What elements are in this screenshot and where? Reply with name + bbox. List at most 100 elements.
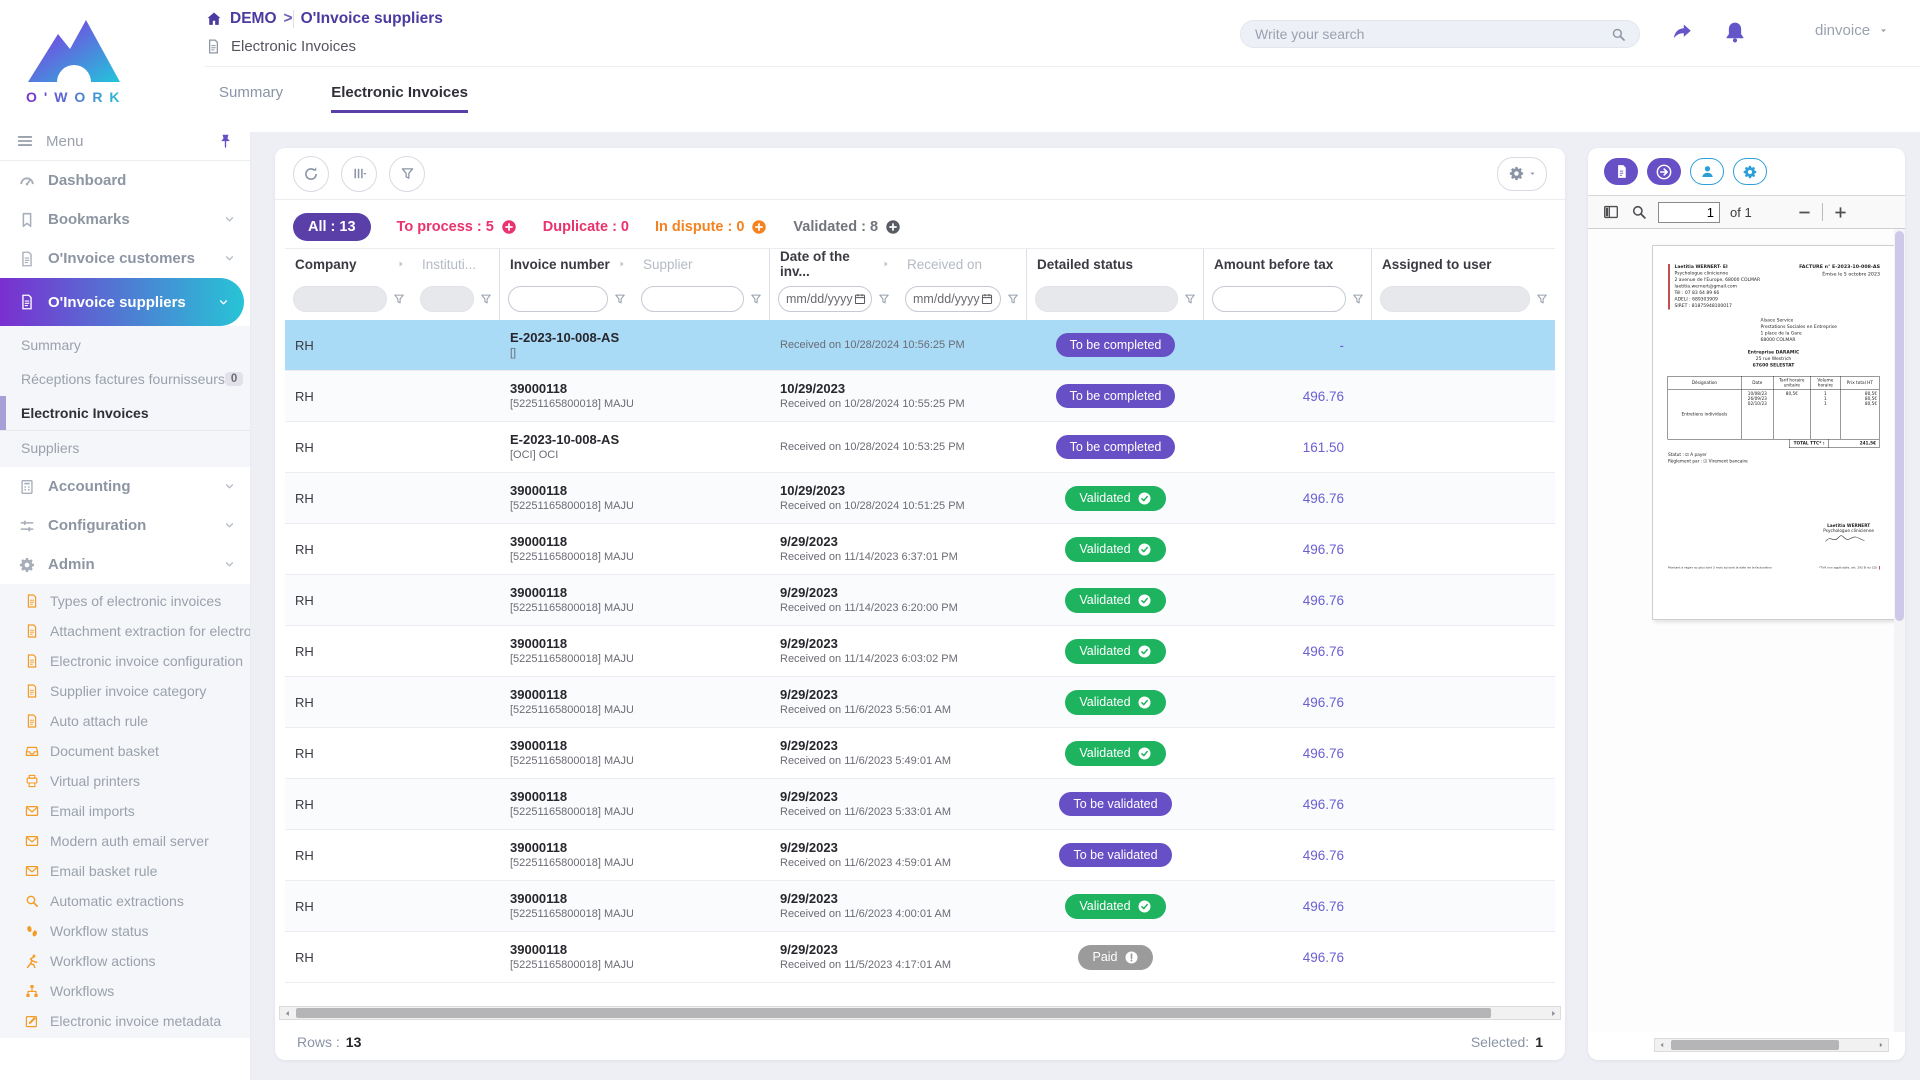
column-header-detailed-status[interactable]: Detailed status [1027,249,1204,279]
table-row[interactable]: RH39000118[52251165800018] MAJUSCULE9/29… [285,626,1555,677]
table-row[interactable]: RH39000118[52251165800018] MAJUSCULE9/29… [285,728,1555,779]
sidebar-item-admin[interactable]: Admin [0,545,250,584]
column-header-assigned-to-user[interactable]: Assigned to user [1372,249,1555,279]
sidebar-item-dashboard[interactable]: Dashboard [0,161,250,200]
sidebar-subitem-r-ceptions-factures-fournisseurs[interactable]: Réceptions factures fournisseurs0 [0,362,250,396]
filter-funnel-icon[interactable] [613,292,627,306]
preview-settings-button[interactable] [1733,158,1767,185]
table-row[interactable]: RH39000118[52251165800018] MAJUSCULE9/29… [285,524,1555,575]
sidebar-subitem-virtual-printers[interactable]: Virtual printers [0,766,250,796]
open-document-button[interactable] [1647,158,1681,185]
columns-button[interactable] [341,156,377,192]
sidebar-subitem-electronic-invoice-configuration[interactable]: Electronic invoice configuration [0,646,250,676]
column-header-instituti-[interactable]: Instituti... [412,249,500,279]
column-header-invoice-number[interactable]: Invoice number [500,249,633,279]
table-row[interactable]: RHE-2023-10-008-AS[]Received on 10/28/20… [285,320,1555,371]
filter-chip-duplicate[interactable]: Duplicate : 0 [543,219,629,235]
sidebar-subitem-document-basket[interactable]: Document basket [0,736,250,766]
column-header-supplier[interactable]: Supplier [633,249,770,279]
sidebar-subitem-email-basket-rule[interactable]: Email basket rule [0,856,250,886]
sidebar-toggle-icon[interactable] [1602,203,1620,221]
pin-icon[interactable] [217,133,234,150]
date-filter-input[interactable]: mm/dd/yyyy [778,286,872,312]
filter-funnel-icon[interactable] [749,292,763,306]
cell-amount[interactable]: 496.76 [1204,644,1372,659]
sidebar-subitem-types-of-electronic-invoices[interactable]: Types of electronic invoices [0,586,250,616]
filter-funnel-icon[interactable] [479,292,493,306]
refresh-button[interactable] [293,156,329,192]
zoom-in-icon[interactable] [1832,204,1849,221]
notifications-bell-icon[interactable] [1723,20,1747,49]
tab-electronic-invoices[interactable]: Electronic Invoices [331,84,468,113]
settings-button[interactable] [1497,157,1547,191]
sidebar-subitem-attachment-extraction-for-electronic-invoices[interactable]: Attachment extraction for electronic inv… [0,616,250,646]
scroll-left-arrow[interactable] [1655,1039,1669,1051]
scrollbar-thumb[interactable] [296,1008,1491,1018]
filter-funnel-icon[interactable] [1535,292,1549,306]
pdf-download-button[interactable] [1604,158,1638,185]
cell-amount[interactable]: 496.76 [1204,950,1372,965]
scroll-right-arrow[interactable] [1874,1039,1888,1051]
breadcrumb-section[interactable]: O'Invoice suppliers [301,10,443,28]
cell-amount[interactable]: 496.76 [1204,593,1372,608]
filter-button[interactable] [389,156,425,192]
filter-input[interactable] [641,286,744,312]
cell-amount[interactable]: 496.76 [1204,746,1372,761]
filter-chip-in-dispute[interactable]: In dispute : 0 [655,219,767,235]
date-filter-input[interactable]: mm/dd/yyyy [905,286,1001,312]
hamburger-icon[interactable] [16,132,34,150]
table-row[interactable]: RH39000118[52251165800018] MAJUSCULE9/29… [285,830,1555,881]
zoom-out-icon[interactable] [1796,204,1813,221]
cell-amount[interactable]: 496.76 [1204,848,1372,863]
table-row[interactable]: RH39000118[52251165800018] MAJUSCULE10/2… [285,473,1555,524]
scrollbar-thumb[interactable] [1895,231,1904,621]
sidebar-subitem-automatic-extractions[interactable]: Automatic extractions [0,886,250,916]
tab-summary[interactable]: Summary [219,84,283,113]
filter-funnel-icon[interactable] [877,292,891,306]
cell-amount[interactable]: 161.50 [1204,440,1372,455]
page-number-input[interactable] [1658,202,1720,223]
search-document-icon[interactable] [1630,203,1648,221]
sidebar-item-bookmarks[interactable]: Bookmarks [0,200,250,239]
filter-funnel-icon[interactable] [1183,292,1197,306]
cell-amount[interactable]: 496.76 [1204,797,1372,812]
table-row[interactable]: RH39000118[52251165800018] MAJUSCULE10/2… [285,371,1555,422]
search-icon[interactable] [1610,26,1627,43]
sidebar-item-accounting[interactable]: Accounting [0,467,250,506]
breadcrumb-home[interactable]: DEMO [230,10,277,28]
assign-user-button[interactable] [1690,158,1724,185]
sidebar-subitem-supplier-invoice-category[interactable]: Supplier invoice category [0,676,250,706]
table-row[interactable]: RH39000118[52251165800018] MAJUSCULE9/29… [285,677,1555,728]
cell-amount[interactable]: - [1204,338,1372,353]
scrollbar-thumb[interactable] [1671,1040,1839,1050]
home-icon[interactable] [205,10,223,28]
table-row[interactable]: RH39000118[52251165800018] MAJUSCULE9/29… [285,881,1555,932]
sidebar-subitem-auto-attach-rule[interactable]: Auto attach rule [0,706,250,736]
cell-amount[interactable]: 496.76 [1204,491,1372,506]
filter-funnel-icon[interactable] [1006,292,1020,306]
sidebar-item-o-invoice-suppliers[interactable]: O'Invoice suppliers [0,278,244,326]
sidebar-subitem-workflows[interactable]: Workflows [0,976,250,1006]
sidebar-subitem-workflow-actions[interactable]: Workflow actions [0,946,250,976]
sidebar-subitem-email-imports[interactable]: Email imports [0,796,250,826]
scroll-right-arrow[interactable] [1546,1007,1560,1019]
table-row[interactable]: RHE-2023-10-008-AS[OCI] OCIReceived on 1… [285,422,1555,473]
cell-amount[interactable]: 496.76 [1204,899,1372,914]
sidebar-item-configuration[interactable]: Configuration [0,506,250,545]
table-row[interactable]: RH39000118[52251165800018] MAJUSCULE9/29… [285,575,1555,626]
sidebar-item-o-invoice-customers[interactable]: O'Invoice customers [0,239,250,278]
sidebar-subitem-electronic-invoice-metadata[interactable]: Electronic invoice metadata [0,1006,250,1036]
sidebar-subitem-modern-auth-email-server[interactable]: Modern auth email server [0,826,250,856]
search-input[interactable] [1253,25,1610,43]
column-header-received-on[interactable]: Received on [897,249,1027,279]
filter-input[interactable] [508,286,608,312]
filter-chip-validated[interactable]: Validated : 8 [793,219,901,235]
column-header-amount-before-tax[interactable]: Amount before tax [1204,249,1372,279]
table-row[interactable]: RH39000118[52251165800018] MAJUSCULE9/29… [285,779,1555,830]
sidebar-subitem-workflow-status[interactable]: Workflow status [0,916,250,946]
column-header-date-of-the-inv-[interactable]: Date of the inv... [770,249,897,279]
filter-chip-all[interactable]: All : 13 [293,213,371,241]
cell-amount[interactable]: 496.76 [1204,695,1372,710]
filter-funnel-icon[interactable] [1351,292,1365,306]
pdf-page[interactable]: Laetitia WERNERT- EIPsychologue clinicie… [1652,245,1895,620]
